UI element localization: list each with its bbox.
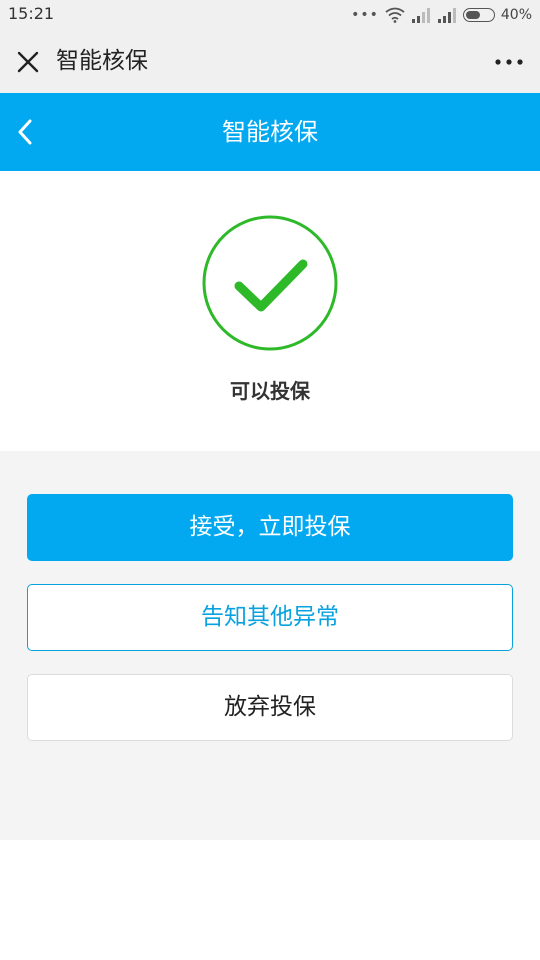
app-bar: 智能核保: [0, 30, 540, 93]
status-bar: 15:21 ••• 40%: [0, 0, 540, 30]
signal-icon: [437, 8, 456, 23]
page-title: 智能核保: [222, 118, 318, 146]
status-icons: ••• 40%: [345, 5, 532, 25]
close-icon[interactable]: [14, 48, 42, 76]
result-label: 可以投保: [230, 379, 310, 403]
app-title: 智能核保: [56, 48, 148, 74]
action-area: 接受，立即投保 告知其他异常 放弃投保: [0, 451, 540, 840]
signal-icon: [411, 8, 430, 23]
more-dots-icon: •••: [351, 7, 379, 23]
wifi-icon: [385, 7, 405, 23]
bottom-blank: [0, 840, 540, 960]
page-header: 智能核保: [0, 93, 540, 171]
notify-other-abnormal-button[interactable]: 告知其他异常: [27, 584, 513, 651]
accept-insure-button[interactable]: 接受，立即投保: [27, 494, 513, 561]
battery-percent: 40%: [500, 7, 532, 23]
abandon-insure-button[interactable]: 放弃投保: [27, 674, 513, 741]
battery-icon: [462, 8, 495, 22]
check-circle-icon: [202, 215, 338, 351]
result-section: 可以投保: [0, 171, 540, 451]
more-icon[interactable]: [494, 52, 524, 72]
status-time: 15:21: [8, 4, 55, 23]
